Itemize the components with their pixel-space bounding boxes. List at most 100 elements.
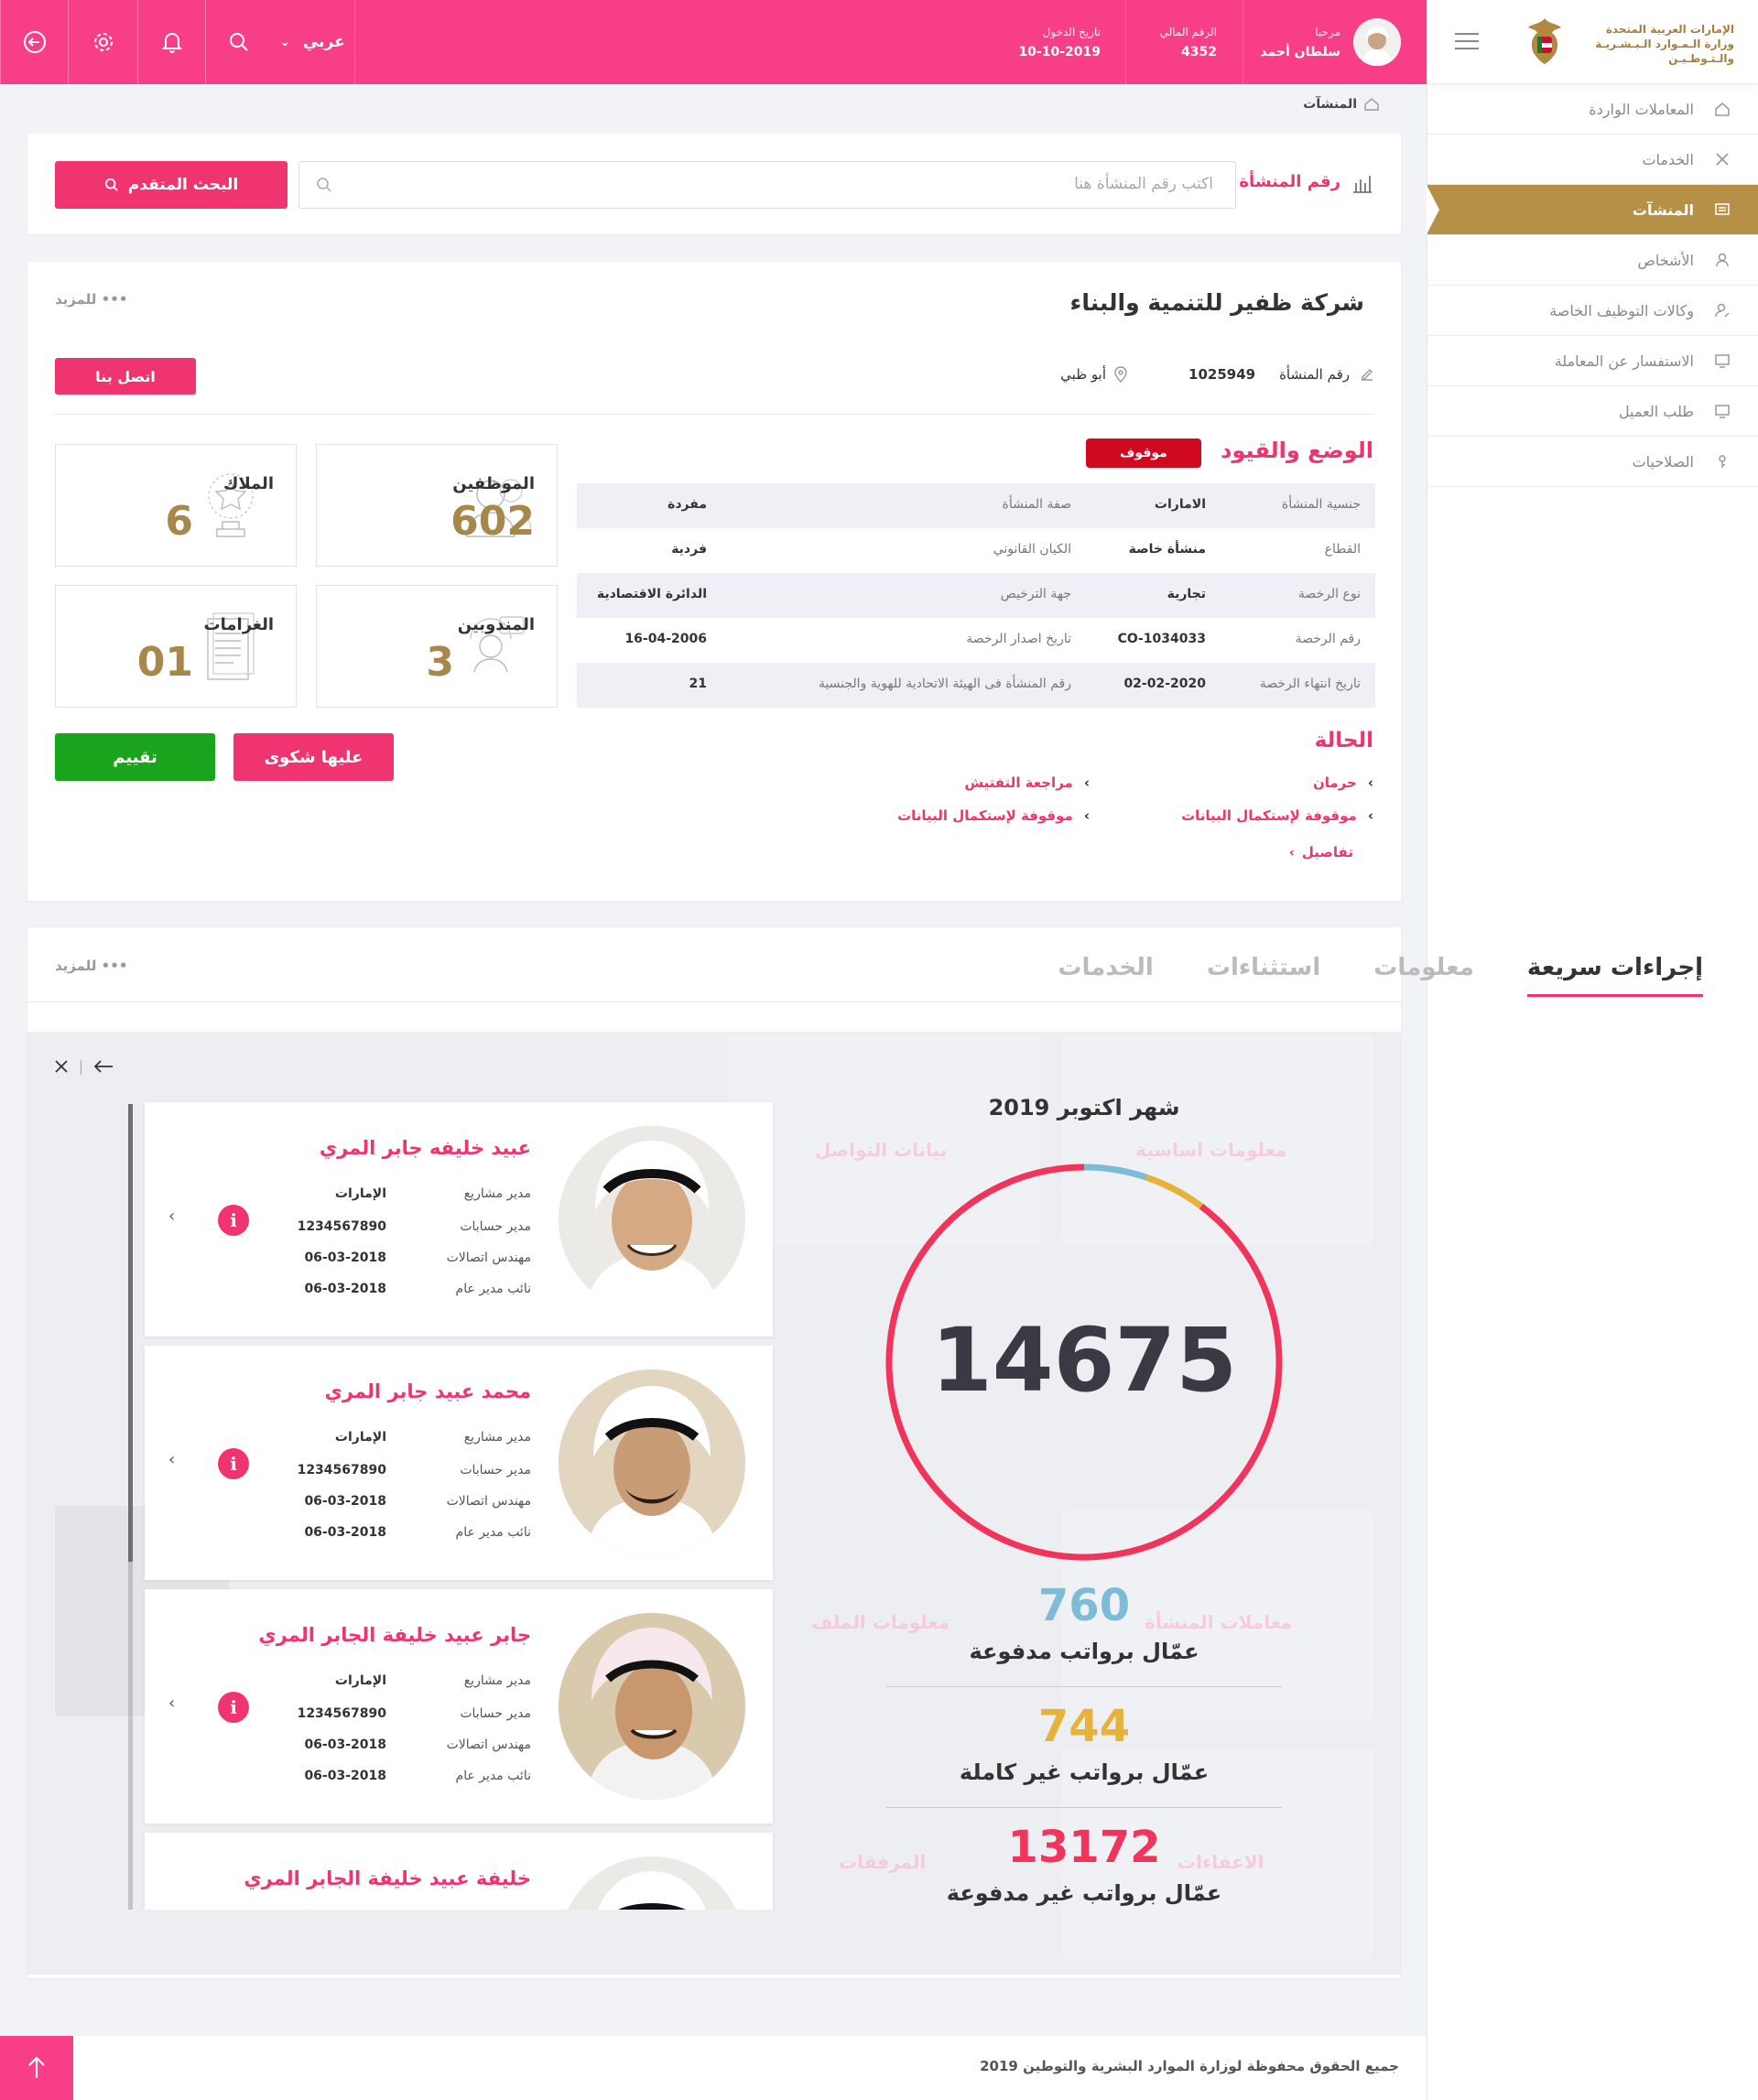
sidebar-item-permissions[interactable]: الصلاحيات — [1427, 437, 1758, 487]
arrow-left-icon[interactable] — [92, 1058, 114, 1075]
status-item-label: حرمان — [1312, 774, 1357, 791]
sidebar-item-customer-request[interactable]: طلب العميل — [1427, 386, 1758, 437]
settings-gear-icon[interactable] — [68, 0, 137, 84]
status-item-label: موقوفة لإستكمال البيانات — [1181, 807, 1357, 824]
user-name[interactable]: سلطان أحمد — [1260, 42, 1340, 62]
more-link[interactable]: للمزيد ••• — [55, 958, 127, 974]
status-item[interactable]: حرمان ‹ — [1313, 774, 1373, 791]
table-cell: تاريخ اصدار الرخصة — [966, 632, 1071, 646]
table-cell: منشأة خاصة — [1128, 542, 1206, 557]
person-field-label: نائب مدير عام — [455, 1769, 531, 1783]
status-item[interactable]: موقوفة لإستكمال البيانات ‹ — [897, 807, 1090, 824]
monitor-icon — [1715, 405, 1730, 418]
home-icon[interactable] — [1364, 98, 1379, 111]
sidebar-item-private-employment-agencies[interactable]: وكالات التوظيف الخاصة — [1427, 286, 1758, 336]
divider — [55, 414, 1373, 415]
paid-workers-label: عمّال برواتب مدفوعة — [969, 1639, 1199, 1664]
login-date-value: 10-10-2019 — [1018, 45, 1101, 60]
person-field-label: مدير حسابات — [460, 1463, 531, 1478]
contact-us-button[interactable]: اتصل بنا — [55, 358, 196, 395]
person-photo — [559, 1126, 745, 1313]
chevron-left-icon[interactable]: ‹ — [168, 1694, 175, 1713]
table-cell: الامارات — [1154, 497, 1206, 512]
establishment-number-input[interactable]: اكتب رقم المنشأة هنا — [298, 161, 1236, 209]
table-row: رقم الرخصة CO-1034033 تاريخ اصدار الرخصة… — [577, 618, 1375, 663]
table-cell: رقم الرخصة — [1295, 632, 1361, 646]
status-item-label: مراجعة التفتيش — [964, 774, 1073, 791]
close-icon[interactable] — [53, 1058, 70, 1075]
uae-emblem-logo — [1523, 15, 1567, 68]
search-icon[interactable] — [205, 0, 271, 84]
person-name: خليفة عبيد خليفة الجابر المري — [244, 1867, 531, 1889]
sidebar-item-incoming-transactions[interactable]: المعاملات الواردة — [1427, 84, 1758, 135]
status-item[interactable]: مراجعة التفتيش ‹ — [964, 774, 1090, 791]
login-date-info: تاريخ الدخول 10-10-2019 — [1018, 22, 1101, 62]
sidebar-item-label: طلب العميل — [1618, 402, 1694, 420]
table-cell: تاريخ انتهاء الرخصة — [1259, 677, 1361, 691]
language-selector[interactable]: ⌄ عربي — [270, 0, 354, 84]
tab-services[interactable]: الخدمات — [1058, 954, 1153, 997]
person-field-label: مهندس اتصالات — [446, 1250, 531, 1265]
sidebar: الإمارات العربية المتحدة وزارة الـمـوارد… — [1427, 0, 1758, 2100]
person-card[interactable]: محمد عبيد جابر المري مدير مشاريع الإمارا… — [145, 1346, 773, 1580]
person-field-value: الإمارات — [334, 1430, 386, 1445]
owners-stat[interactable]: الملاك 6 — [55, 444, 297, 567]
notifications-bell-icon[interactable] — [137, 0, 205, 84]
person-field-value: 1234567890 — [297, 1706, 386, 1721]
chevron-left-icon: ‹ — [1083, 774, 1090, 791]
more-link[interactable]: للمزيد ••• — [55, 291, 127, 308]
table-cell: CO-1034033 — [1117, 632, 1206, 646]
table-row: جنسية المنشأة الامارات صفة المنشأة مفردة — [577, 483, 1375, 528]
user-edit-icon — [1715, 303, 1730, 318]
representatives-label: المندوبين — [457, 615, 535, 634]
chevron-left-icon[interactable]: ‹ — [168, 1450, 175, 1469]
hamburger-menu-icon[interactable] — [1455, 33, 1479, 51]
edit-icon[interactable] — [1359, 366, 1375, 383]
bg-tile-label: معلومات اساسية — [1135, 1139, 1287, 1161]
ministry-logo-text: الإمارات العربية المتحدة وزارة الـمـوارد… — [1595, 22, 1734, 66]
person-name: محمد عبيد جابر المري — [324, 1380, 531, 1402]
employees-stat[interactable]: الموظفين 602 — [316, 444, 558, 567]
fines-count: 01 — [136, 639, 193, 686]
breadcrumb: المنشآت — [1303, 97, 1379, 112]
search-field-label: رقم المنشأة — [1239, 172, 1340, 191]
status-badge: موقوف — [1086, 438, 1201, 468]
scroll-to-top-button[interactable] — [0, 2036, 73, 2100]
unpaid-workers-label: عمّال برواتب غير مدفوعة — [946, 1880, 1222, 1906]
representatives-stat[interactable]: المندوبين 3 — [316, 585, 558, 708]
info-icon[interactable]: i — [218, 1448, 249, 1479]
person-card[interactable]: عبيد خليفه جابر المري مدير مشاريع الإمار… — [145, 1102, 773, 1337]
status-restrictions-title: الوضع والقيود — [1221, 438, 1373, 463]
tab-exceptions[interactable]: استثناءات — [1207, 954, 1320, 997]
rating-button[interactable]: تقييم — [55, 733, 215, 781]
sidebar-item-persons[interactable]: الأشخاص — [1427, 235, 1758, 286]
logo-line-3: والـتـوطـيـن — [1668, 52, 1734, 65]
tab-information[interactable]: معلومات — [1373, 954, 1474, 997]
employees-count: 602 — [450, 498, 535, 545]
details-link[interactable]: ‹ تفاصيل — [1289, 844, 1353, 861]
advanced-search-button[interactable]: البحث المتقدم — [55, 161, 288, 209]
info-icon[interactable]: i — [218, 1692, 249, 1723]
logo-line-2: وزارة الـمـوارد الـبـشـريـة — [1595, 38, 1734, 50]
person-field-value: 06-03-2018 — [304, 1494, 386, 1509]
person-card[interactable]: جابر عبيد خليفة الجابر المري مدير مشاريع… — [145, 1589, 773, 1824]
tab-quick-actions[interactable]: إجراءات سريعة — [1526, 954, 1703, 997]
status-item[interactable]: موقوفة لإستكمال البيانات ‹ — [1181, 807, 1373, 824]
sidebar-item-services[interactable]: الخدمات — [1427, 135, 1758, 185]
chart-total: 14675 — [931, 1309, 1237, 1412]
fines-stat[interactable]: الغرامات 01 — [55, 585, 297, 708]
info-icon[interactable]: i — [218, 1205, 249, 1236]
logout-icon[interactable] — [0, 0, 68, 84]
login-date-label: تاريخ الدخول — [1042, 26, 1101, 38]
tools-icon — [1716, 153, 1729, 166]
breadcrumb-current[interactable]: المنشآت — [1303, 97, 1357, 112]
chevron-left-icon[interactable]: ‹ — [168, 1207, 175, 1226]
has-complaint-button[interactable]: عليها شكوى — [233, 733, 394, 781]
sidebar-item-transaction-inquiry[interactable]: الاستفسار عن المعاملة — [1427, 336, 1758, 386]
user-avatar[interactable] — [1353, 18, 1401, 66]
sidebar-item-label: الصلاحيات — [1632, 452, 1694, 471]
location-pin-icon — [1114, 366, 1127, 383]
person-field-label: مدير مشاريع — [463, 1186, 531, 1201]
person-card[interactable]: خليفة عبيد خليفة الجابر المري — [145, 1833, 773, 1910]
sidebar-item-establishments[interactable]: المنشآت — [1427, 185, 1758, 235]
